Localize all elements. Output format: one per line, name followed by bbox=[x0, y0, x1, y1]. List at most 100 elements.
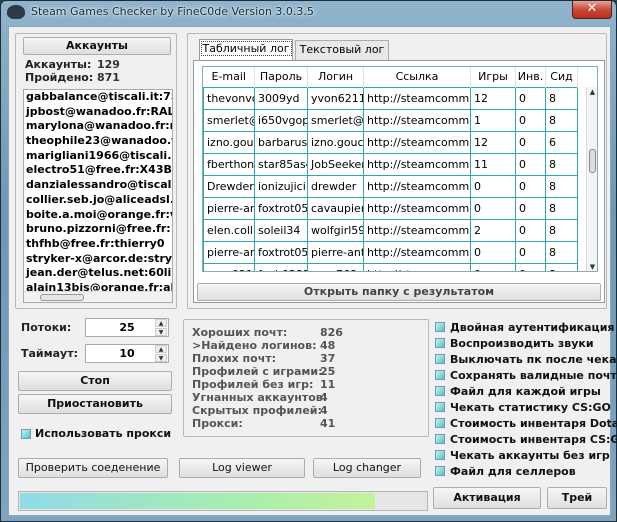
list-item[interactable]: boite.a.moi@orange.fr:vir bbox=[24, 208, 172, 223]
table-cell[interactable]: pierre-ar bbox=[203, 240, 255, 264]
column-header[interactable]: Сид bbox=[545, 67, 578, 87]
table-cell[interactable]: ionizujici bbox=[254, 174, 308, 198]
table-cell[interactable]: http://steamcommu bbox=[363, 262, 471, 271]
table-cell[interactable]: http://steamcommu bbox=[363, 218, 471, 242]
column-header[interactable]: Логин bbox=[307, 67, 364, 87]
table-row[interactable]: fberthonstar85asceJobSeekerhttp://steamc… bbox=[203, 152, 578, 176]
check-connection-button[interactable]: Проверить соеденение bbox=[18, 458, 168, 478]
option-checkbox[interactable] bbox=[435, 402, 445, 412]
table-cell[interactable]: thevonvo bbox=[203, 86, 255, 110]
table-cell[interactable]: 12 bbox=[470, 86, 516, 110]
table-row[interactable]: Drewder ionizujici drewder http://steamcomm… bbox=[203, 174, 578, 198]
table-cell[interactable]: 3009yd bbox=[254, 86, 308, 110]
table-cell[interactable]: http://steamcommu bbox=[363, 152, 471, 176]
scroll-thumb[interactable] bbox=[589, 149, 596, 173]
table-cell[interactable]: 0 bbox=[515, 240, 546, 264]
table-cell[interactable]: izno.gouc bbox=[307, 130, 364, 154]
accounts-list[interactable]: gabbalance@tiscali.it:753!jpbost@wanadoo… bbox=[23, 89, 173, 303]
column-header[interactable]: E-mail bbox=[203, 67, 255, 87]
list-item[interactable]: jean.der@telus.net:60linc bbox=[24, 266, 172, 281]
table-cell[interactable]: star85asce bbox=[254, 152, 308, 176]
table-cell[interactable]: 8 bbox=[545, 240, 578, 264]
table-cell[interactable]: 6 bbox=[545, 130, 578, 154]
table-cell[interactable]: 2 bbox=[470, 218, 516, 242]
table-cell[interactable]: 8 bbox=[545, 218, 578, 242]
table-cell[interactable]: 0 bbox=[515, 218, 546, 242]
table-cell[interactable]: 0 bbox=[470, 196, 516, 220]
table-cell[interactable]: 0 bbox=[470, 262, 516, 271]
list-item[interactable]: gabbalance@tiscali.it:753! bbox=[24, 90, 172, 105]
table-cell[interactable]: http://steamcommu bbox=[363, 196, 471, 220]
table-cell[interactable]: soleil34 bbox=[254, 218, 308, 242]
table-cell[interactable]: http://steamcommu bbox=[363, 240, 471, 264]
table-cell[interactable]: 8 bbox=[545, 196, 578, 220]
column-header[interactable]: Пароль bbox=[254, 67, 308, 87]
table-cell[interactable]: 8 bbox=[545, 152, 578, 176]
table-cell[interactable]: http://steamcommu bbox=[363, 130, 471, 154]
results-grid-vscrollbar[interactable]: ▲ ▼ bbox=[586, 87, 597, 271]
tab-text-log[interactable]: Текстовый лог bbox=[295, 40, 389, 60]
open-results-folder-button[interactable]: Открыть папку с результатом bbox=[197, 283, 601, 301]
column-header[interactable]: Ссылка bbox=[363, 67, 471, 87]
close-button[interactable]: ✕ bbox=[572, 1, 612, 19]
table-cell[interactable]: elen.coll bbox=[203, 218, 255, 242]
option-checkbox[interactable] bbox=[435, 434, 445, 444]
stepper-up-icon[interactable]: ▲ bbox=[155, 345, 167, 353]
table-cell[interactable]: izno.gou bbox=[203, 130, 255, 154]
list-item[interactable]: theophile23@wanadoo.fr bbox=[24, 134, 172, 149]
table-cell[interactable]: 0 bbox=[470, 240, 516, 264]
table-cell[interactable]: 0 bbox=[515, 262, 546, 271]
table-row[interactable]: smerlet@i650vgopsmerlet@http://steamcomm… bbox=[203, 108, 578, 132]
pause-button[interactable]: Приостановить bbox=[18, 394, 172, 414]
list-item[interactable]: electro51@free.fr:X43B2N bbox=[24, 163, 172, 178]
table-cell[interactable]: 0 bbox=[515, 130, 546, 154]
list-item[interactable]: stryker-x@arcor.de:stry1 bbox=[24, 252, 172, 267]
table-cell[interactable]: http://steamcommu bbox=[363, 108, 471, 132]
table-cell[interactable]: barbarus bbox=[254, 130, 308, 154]
table-cell[interactable]: smerlet@ bbox=[307, 108, 364, 132]
use-proxy-checkbox[interactable] bbox=[21, 429, 31, 439]
table-cell[interactable]: greg768 bbox=[307, 262, 364, 271]
table-cell[interactable]: i650vgop bbox=[254, 108, 308, 132]
log-viewer-button[interactable]: Log viewer bbox=[179, 458, 305, 478]
table-cell[interactable]: 8 bbox=[545, 86, 578, 110]
option-checkbox[interactable] bbox=[435, 386, 445, 396]
table-cell[interactable]: foxtrot05 bbox=[254, 196, 308, 220]
table-cell[interactable]: http://steamcommu bbox=[363, 86, 471, 110]
table-cell[interactable]: 0 bbox=[515, 174, 546, 198]
table-cell[interactable]: foxtrot05 bbox=[254, 240, 308, 264]
table-cell[interactable]: fberthon bbox=[203, 152, 255, 176]
table-cell[interactable]: yvon6211 bbox=[307, 86, 364, 110]
table-cell[interactable]: smerlet@ bbox=[203, 108, 255, 132]
table-cell[interactable]: 0 bbox=[515, 108, 546, 132]
list-item[interactable]: bruno.pizzorni@free.fr:18 bbox=[24, 222, 172, 237]
tab-table-log[interactable]: Табличный лог bbox=[199, 39, 293, 61]
log-changer-button[interactable]: Log changer bbox=[313, 458, 421, 478]
table-cell[interactable]: 12 bbox=[470, 130, 516, 154]
option-checkbox[interactable] bbox=[435, 322, 445, 332]
accounts-list-hscrollbar[interactable] bbox=[24, 291, 172, 302]
table-cell[interactable]: JobSeeker bbox=[307, 152, 364, 176]
list-item[interactable]: jpbost@wanadoo.fr:RALA bbox=[24, 105, 172, 120]
stepper-down-icon[interactable]: ▼ bbox=[155, 354, 167, 362]
list-item[interactable]: thfhb@free.fr:thierry0 bbox=[24, 237, 172, 252]
list-item[interactable]: marylona@wanadoo.fr:mi bbox=[24, 119, 172, 134]
scroll-up-icon[interactable]: ▲ bbox=[588, 88, 597, 96]
title-bar[interactable]: Steam Games Checker by FineC0de Version … bbox=[1, 1, 616, 25]
column-header[interactable]: Инв. bbox=[515, 67, 546, 87]
option-checkbox[interactable] bbox=[435, 370, 445, 380]
table-row[interactable]: izno.gou barbarus izno.gouc http://steamcom… bbox=[203, 130, 578, 154]
threads-stepper[interactable]: 25 ▲ ▼ bbox=[85, 318, 169, 337]
table-cell[interactable]: Drewder bbox=[203, 174, 255, 198]
table-cell[interactable]: 0 bbox=[515, 196, 546, 220]
scroll-down-icon[interactable]: ▼ bbox=[588, 263, 597, 271]
option-checkbox[interactable] bbox=[435, 450, 445, 460]
scroll-thumb[interactable] bbox=[40, 294, 84, 301]
table-cell[interactable]: 8 bbox=[545, 108, 578, 132]
tray-button[interactable]: Трей bbox=[547, 487, 607, 509]
stepper-down-icon[interactable]: ▼ bbox=[155, 328, 167, 336]
option-checkbox[interactable] bbox=[435, 338, 445, 348]
table-cell[interactable]: 1 bbox=[470, 108, 516, 132]
stepper-up-icon[interactable]: ▲ bbox=[155, 319, 167, 327]
table-cell[interactable]: greg0210 bbox=[203, 262, 255, 271]
